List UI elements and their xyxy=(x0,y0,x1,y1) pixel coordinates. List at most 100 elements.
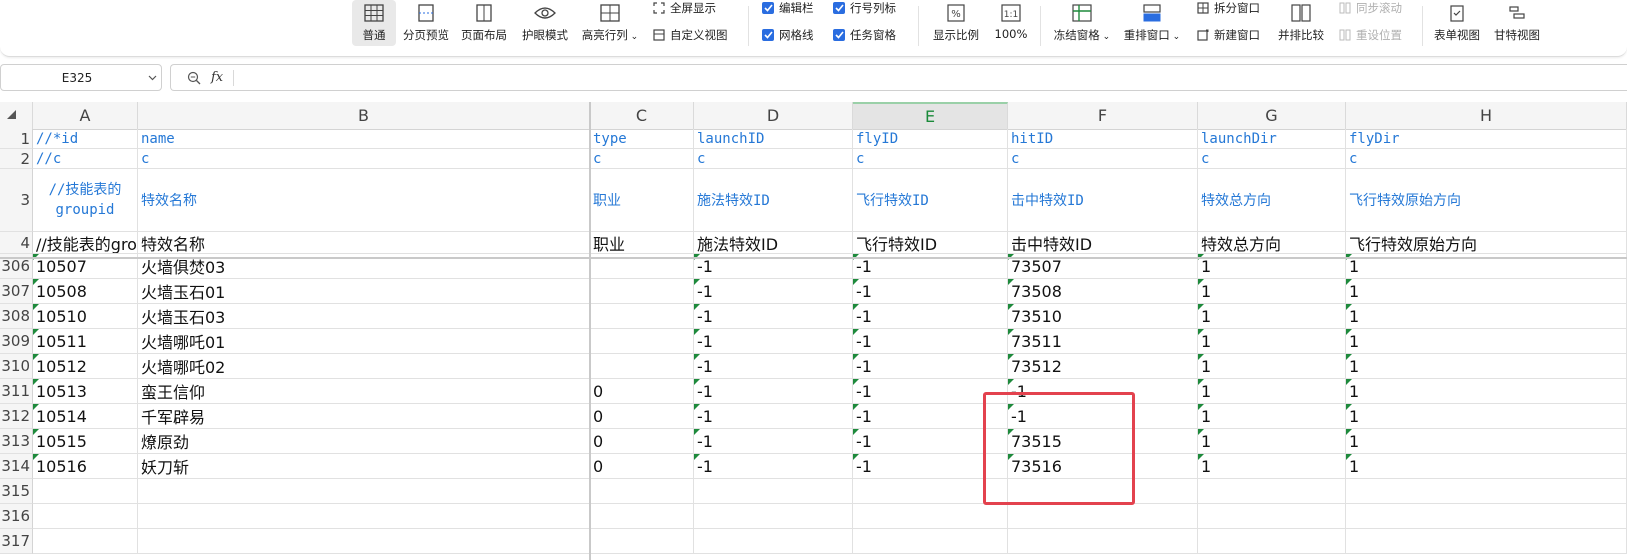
cell-b311[interactable]: 蛮王信仰 xyxy=(138,379,590,404)
reset-position-button[interactable]: 重设位置 xyxy=(1338,27,1402,43)
cell-a313[interactable]: 10515 xyxy=(33,429,138,454)
cell-g307[interactable]: 1 xyxy=(1198,279,1346,304)
page-break-preview-button[interactable]: 分页预览 xyxy=(400,0,452,46)
cell-d316[interactable] xyxy=(694,504,853,529)
column-header-d[interactable]: D xyxy=(694,102,853,129)
cell-h315[interactable] xyxy=(1346,479,1627,504)
cell-d317[interactable] xyxy=(694,529,853,554)
fullscreen-button[interactable]: 全屏显示 xyxy=(652,0,716,16)
cell-b3[interactable]: 特效名称 xyxy=(138,169,590,232)
cell-d2[interactable]: c xyxy=(694,149,853,169)
row-header[interactable]: 317 xyxy=(0,529,33,554)
page-layout-button[interactable]: 页面布局 xyxy=(458,0,510,46)
cell-e308[interactable]: -1 xyxy=(853,304,1008,329)
cell-h2[interactable]: c xyxy=(1346,149,1627,169)
row-col-headers-checkbox[interactable]: 行号列标 xyxy=(833,0,896,16)
cell-h316[interactable] xyxy=(1346,504,1627,529)
cell-b317[interactable] xyxy=(138,529,590,554)
column-header-f[interactable]: F xyxy=(1008,102,1198,129)
cell-f1[interactable]: hitID xyxy=(1008,129,1198,149)
cell-d311[interactable]: -1 xyxy=(694,379,853,404)
cell-d1[interactable]: launchID xyxy=(694,129,853,149)
cell-a312[interactable]: 10514 xyxy=(33,404,138,429)
cell-c1[interactable]: type xyxy=(590,129,694,149)
cell-e310[interactable]: -1 xyxy=(853,354,1008,379)
cell-c309[interactable] xyxy=(590,329,694,354)
cell-d313[interactable]: -1 xyxy=(694,429,853,454)
form-view-button[interactable]: 表单视图 xyxy=(1430,0,1484,46)
cell-c311[interactable]: 0 xyxy=(590,379,694,404)
cell-b310[interactable]: 火墙哪吒02 xyxy=(138,354,590,379)
cell-g314[interactable]: 1 xyxy=(1198,454,1346,479)
cell-b308[interactable]: 火墙玉石03 xyxy=(138,304,590,329)
cell-c312[interactable]: 0 xyxy=(590,404,694,429)
row-header[interactable]: 1 xyxy=(0,129,33,149)
cell-a308[interactable]: 10510 xyxy=(33,304,138,329)
row-header[interactable]: 3 xyxy=(0,169,33,232)
cell-g2[interactable]: c xyxy=(1198,149,1346,169)
row-header[interactable]: 316 xyxy=(0,504,33,529)
cell-f3[interactable]: 击中特效ID xyxy=(1008,169,1198,232)
freeze-panes-button[interactable]: 冻结窗格 ⌄ xyxy=(1050,0,1114,46)
cell-c315[interactable] xyxy=(590,479,694,504)
cell-f4[interactable]: 击中特效ID xyxy=(1008,232,1198,254)
cell-d4[interactable]: 施法特效ID xyxy=(694,232,853,254)
column-header-a[interactable]: A xyxy=(33,102,138,129)
cell-c313[interactable]: 0 xyxy=(590,429,694,454)
column-header-c[interactable]: C xyxy=(590,102,694,129)
highlight-rowcol-button[interactable]: 高亮行列 ⌄ xyxy=(580,0,640,46)
row-header[interactable]: 307 xyxy=(0,279,33,304)
cell-c3[interactable]: 职业 xyxy=(590,169,694,232)
cell-e309[interactable]: -1 xyxy=(853,329,1008,354)
eye-protection-button[interactable]: 护眼模式 xyxy=(518,0,572,46)
cell-g315[interactable] xyxy=(1198,479,1346,504)
gridlines-checkbox[interactable]: 网格线 xyxy=(762,27,814,43)
zoom-100-button[interactable]: 1:1 100% xyxy=(990,0,1032,46)
cell-h3[interactable]: 飞行特效原始方向 xyxy=(1346,169,1627,232)
cell-d310[interactable]: -1 xyxy=(694,354,853,379)
cell-f310[interactable]: 73512 xyxy=(1008,354,1198,379)
select-all-corner[interactable] xyxy=(0,102,33,129)
column-header-h[interactable]: H xyxy=(1346,102,1627,129)
cell-e2[interactable]: c xyxy=(853,149,1008,169)
cell-e3[interactable]: 飞行特效ID xyxy=(853,169,1008,232)
cell-f308[interactable]: 73510 xyxy=(1008,304,1198,329)
zoom-button[interactable]: % 显示比例 xyxy=(928,0,984,46)
cell-g4[interactable]: 特效总方向 xyxy=(1198,232,1346,254)
cell-c4[interactable]: 职业 xyxy=(590,232,694,254)
row-header[interactable]: 312 xyxy=(0,404,33,429)
row-header[interactable]: 313 xyxy=(0,429,33,454)
cell-e307[interactable]: -1 xyxy=(853,279,1008,304)
chevron-down-icon[interactable] xyxy=(143,75,161,81)
column-header-g[interactable]: G xyxy=(1198,102,1346,129)
cell-a4[interactable]: //技能表的groupid xyxy=(33,232,138,254)
cell-a3[interactable]: //技能表的 groupid xyxy=(33,169,138,232)
cell-g310[interactable]: 1 xyxy=(1198,354,1346,379)
cell-g3[interactable]: 特效总方向 xyxy=(1198,169,1346,232)
cell-b309[interactable]: 火墙哪吒01 xyxy=(138,329,590,354)
cell-a315[interactable] xyxy=(33,479,138,504)
cell-e316[interactable] xyxy=(853,504,1008,529)
task-pane-checkbox[interactable]: 任务窗格 xyxy=(833,27,896,43)
cell-h317[interactable] xyxy=(1346,529,1627,554)
row-header[interactable]: 2 xyxy=(0,149,33,169)
cell-a307[interactable]: 10508 xyxy=(33,279,138,304)
cell-d314[interactable]: -1 xyxy=(694,454,853,479)
cell-e1[interactable]: flyID xyxy=(853,129,1008,149)
cell-c316[interactable] xyxy=(590,504,694,529)
cell-g309[interactable]: 1 xyxy=(1198,329,1346,354)
cell-a316[interactable] xyxy=(33,504,138,529)
cell-d309[interactable]: -1 xyxy=(694,329,853,354)
cell-a310[interactable]: 10512 xyxy=(33,354,138,379)
cell-b315[interactable] xyxy=(138,479,590,504)
cell-a314[interactable]: 10516 xyxy=(33,454,138,479)
formula-input[interactable]: fx xyxy=(170,64,1627,91)
cell-b1[interactable]: name xyxy=(138,129,590,149)
cell-c310[interactable] xyxy=(590,354,694,379)
cell-h308[interactable]: 1 xyxy=(1346,304,1627,329)
name-box[interactable]: E325 xyxy=(0,64,162,91)
cell-h311[interactable]: 1 xyxy=(1346,379,1627,404)
cell-g312[interactable]: 1 xyxy=(1198,404,1346,429)
split-window-button[interactable]: 拆分窗口 xyxy=(1196,0,1260,16)
row-header[interactable]: 315 xyxy=(0,479,33,504)
